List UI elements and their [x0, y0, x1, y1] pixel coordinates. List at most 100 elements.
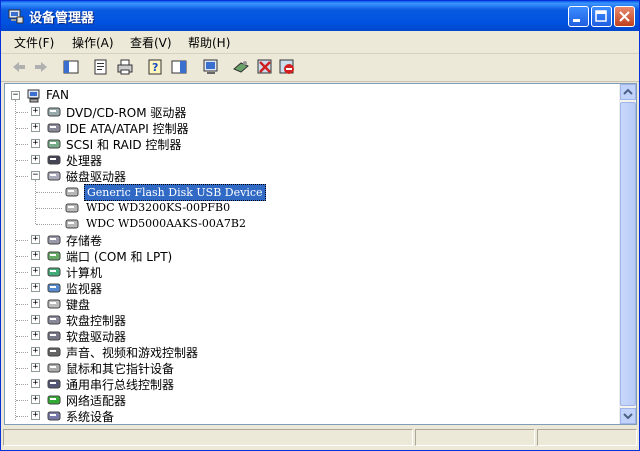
tree-category-label: DVD/CD-ROM 驱动器	[66, 106, 187, 120]
computer-root-icon	[27, 89, 40, 103]
tree-branch-line	[16, 128, 28, 129]
forward-icon[interactable]	[31, 57, 51, 77]
tree-branch-line	[16, 336, 28, 337]
menu-action[interactable]: 操作(A)	[72, 34, 114, 51]
hard-disk-icon	[65, 187, 79, 197]
floppy-drive-icon	[47, 331, 61, 341]
floppy-controller-icon	[47, 315, 61, 325]
selected-device-label[interactable]: Generic Flash Disk USB Device	[84, 184, 266, 201]
expand-icon[interactable]: +	[31, 251, 40, 260]
tree-category-label: 存储卷	[66, 234, 103, 248]
expand-icon[interactable]: +	[31, 107, 40, 116]
mouse-icon	[47, 363, 61, 373]
expand-icon[interactable]: +	[31, 379, 40, 388]
tree-category-label: 软盘控制器	[66, 314, 127, 328]
cdrom-icon	[47, 107, 61, 117]
scsi-icon	[47, 139, 61, 149]
expand-icon[interactable]: +	[31, 139, 40, 148]
tree-category-label: SCSI 和 RAID 控制器	[66, 138, 182, 152]
expand-icon[interactable]: +	[31, 267, 40, 276]
root-collapse-icon[interactable]: −	[11, 91, 20, 100]
processor-icon	[47, 155, 61, 165]
menu-view[interactable]: 查看(V)	[130, 34, 172, 51]
scroll-down-button[interactable]	[620, 408, 636, 424]
tree-branch-line	[16, 400, 28, 401]
tree-category-label: 网络适配器	[66, 394, 127, 408]
window-title: 设备管理器	[29, 11, 95, 26]
system-device-icon	[47, 411, 61, 421]
status-bar	[1, 426, 639, 450]
expand-icon[interactable]: +	[31, 315, 40, 324]
properties-icon[interactable]	[91, 57, 111, 77]
tree-category-label: 通用串行总线控制器	[66, 378, 175, 392]
sound-icon	[47, 347, 61, 357]
device-label[interactable]: WDC WD5000AAKS-00A7B2	[86, 216, 246, 231]
status-cell-2	[415, 429, 535, 446]
expand-icon[interactable]: +	[31, 331, 40, 340]
expand-icon[interactable]: +	[31, 235, 40, 244]
computer-icon	[47, 267, 61, 277]
expand-icon[interactable]: +	[31, 283, 40, 292]
monitor-icon	[47, 283, 61, 293]
network-adapter-icon	[47, 395, 61, 405]
tree-category-label: 声音、视频和游戏控制器	[66, 346, 199, 360]
tree-branch-line	[16, 256, 28, 257]
expand-icon[interactable]: +	[31, 395, 40, 404]
maximize-button[interactable]	[591, 6, 612, 27]
scroll-down-icon	[623, 413, 633, 420]
view-icon[interactable]	[169, 57, 189, 77]
device-manager-window: 设备管理器 文件(F) 操作(A) 查看(V) 帮助(H) ? − FAN + DVD…	[0, 0, 640, 451]
back-icon[interactable]	[9, 57, 29, 77]
expand-icon[interactable]: +	[31, 363, 40, 372]
expand-icon[interactable]: +	[31, 155, 40, 164]
close-button[interactable]	[614, 6, 635, 27]
status-cell-1	[3, 429, 413, 446]
minimize-icon	[573, 19, 580, 22]
tree-branch-line	[16, 368, 28, 369]
expand-icon[interactable]: +	[31, 299, 40, 308]
disable-icon[interactable]	[277, 57, 297, 77]
scroll-thumb[interactable]	[620, 102, 636, 406]
menu-file[interactable]: 文件(F)	[14, 34, 54, 51]
print-icon[interactable]	[115, 57, 135, 77]
tree-branch-line	[16, 320, 28, 321]
scan-hardware-icon[interactable]	[201, 57, 221, 77]
menu-help[interactable]: 帮助(H)	[188, 34, 230, 51]
tree-category-label: IDE ATA/ATAPI 控制器	[66, 122, 189, 136]
tree-category-label: 软盘驱动器	[66, 330, 127, 344]
device-label[interactable]: WDC WD3200KS-00PFB0	[86, 200, 230, 215]
update-driver-icon[interactable]	[231, 57, 251, 77]
toolbar: ?	[1, 54, 639, 82]
close-icon	[619, 11, 630, 22]
tree-root[interactable]	[5, 88, 615, 104]
vertical-scrollbar[interactable]	[619, 84, 636, 424]
title-bar[interactable]: 设备管理器	[1, 1, 639, 31]
expand-icon[interactable]: +	[31, 411, 40, 420]
hard-disk-icon	[65, 203, 79, 213]
tree-branch-line	[16, 384, 28, 385]
minimize-button[interactable]	[568, 6, 589, 27]
tree-branch-line	[16, 160, 28, 161]
tree-category-label: 鼠标和其它指针设备	[66, 362, 175, 376]
collapse-icon[interactable]: −	[31, 171, 40, 180]
help-icon[interactable]: ?	[145, 57, 165, 77]
tree-branch-line	[16, 304, 28, 305]
tree-branch-line	[16, 352, 28, 353]
tree-branch-line	[16, 176, 28, 177]
tree-category-label: 处理器	[66, 154, 103, 168]
tree-branch-line	[16, 240, 28, 241]
tree-category-label: 计算机	[66, 266, 103, 280]
uninstall-icon[interactable]	[255, 57, 275, 77]
expand-icon[interactable]: +	[31, 123, 40, 132]
tree-category-row[interactable]	[5, 296, 615, 312]
tree-branch-line	[16, 288, 28, 289]
show-hide-tree-icon[interactable]	[61, 57, 81, 77]
ide-controller-icon	[47, 123, 61, 133]
tree-category-label: 端口 (COM 和 LPT)	[66, 250, 173, 264]
expand-icon[interactable]: +	[31, 347, 40, 356]
scroll-up-button[interactable]	[620, 84, 636, 100]
menu-bar: 文件(F) 操作(A) 查看(V) 帮助(H)	[1, 31, 639, 54]
disk-drive-icon	[47, 171, 61, 181]
tree-root-label: FAN	[46, 88, 69, 102]
tree-branch-line	[16, 144, 28, 145]
